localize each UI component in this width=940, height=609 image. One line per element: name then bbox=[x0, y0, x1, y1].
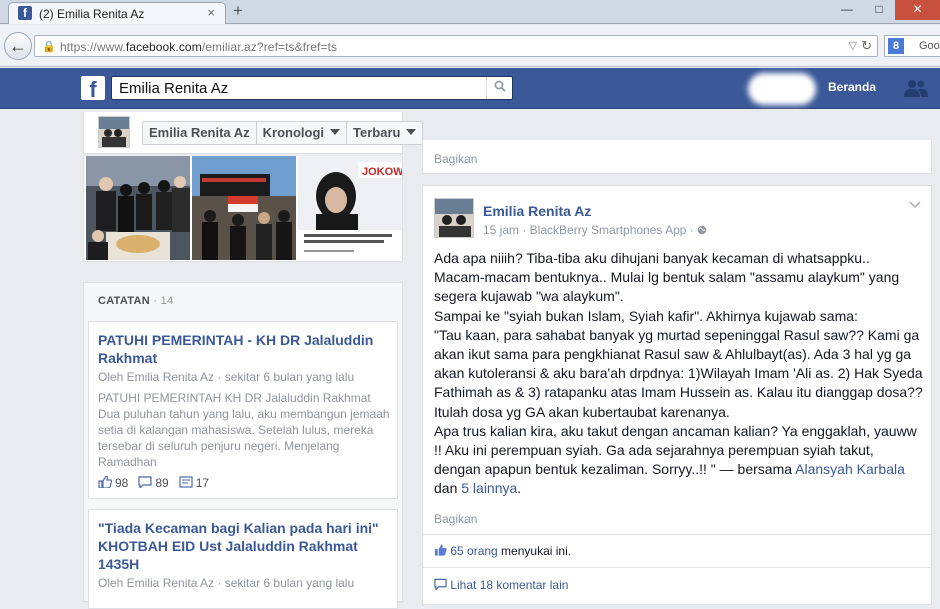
photo-thumbnail[interactable] bbox=[192, 156, 296, 260]
profile-nav-buttons: Emilia Renita Az Kronologi Terbaru bbox=[142, 121, 424, 145]
url-text: https://www.facebook.com/emiliar.az?ref=… bbox=[60, 40, 338, 54]
note-title[interactable]: "Tiada Kecaman bagi Kalian pada hari ini… bbox=[98, 519, 388, 573]
timeline-post: Emilia Renita Az 15 jam · BlackBerry Sma… bbox=[422, 185, 932, 605]
previous-post-footer: Bagikan bbox=[422, 140, 932, 174]
svg-text:JOKOWI: JOKOWI bbox=[362, 166, 402, 178]
facebook-favicon-icon: f bbox=[18, 6, 32, 20]
facebook-top-bar: f Emilia Renita Az Beranda bbox=[0, 68, 940, 109]
tab-title: (2) Emilia Renita Az bbox=[39, 7, 145, 21]
browser-search-box[interactable]: 8 Goo bbox=[884, 35, 940, 57]
maximize-icon[interactable]: □ bbox=[863, 0, 895, 20]
address-bar[interactable]: 🔒 https://www.facebook.com/emiliar.az?re… bbox=[34, 35, 878, 57]
chevron-down-icon bbox=[330, 129, 341, 135]
globe-icon bbox=[697, 223, 707, 237]
note-title[interactable]: PATUHI PEMERINTAH - KH DR Jalaluddin Rak… bbox=[98, 331, 388, 367]
comment-icon bbox=[434, 578, 447, 592]
note-meta: Oleh Emilia Renita Az · sekitar 6 bulan … bbox=[98, 576, 355, 590]
photo-thumbnail[interactable] bbox=[86, 156, 190, 260]
sort-dropdown[interactable]: Terbaru bbox=[347, 122, 422, 144]
lock-icon: 🔒 bbox=[42, 41, 56, 53]
reload-icon[interactable]: ↻ bbox=[861, 38, 872, 54]
search-engine-label: Goo bbox=[919, 40, 940, 52]
window-controls: — □ ✕ bbox=[831, 0, 940, 20]
likes-count-link[interactable]: 65 orang bbox=[450, 544, 497, 558]
photo-thumbnail[interactable]: JOKOWI bbox=[298, 156, 402, 260]
notes-count: · 14 bbox=[153, 295, 174, 307]
view-more-comments[interactable]: Lihat 18 komentar lain bbox=[434, 578, 568, 592]
post-body: Ada apa niiih? Tiba-tiba aku dihujani ba… bbox=[434, 250, 923, 497]
comment-icon bbox=[138, 476, 152, 490]
note-excerpt: PATUHI PEMERINTAH KH DR Jalaluddin Rakhm… bbox=[98, 391, 390, 469]
friend-requests-icon[interactable] bbox=[904, 78, 928, 98]
post-meta: 15 jam · BlackBerry Smartphones App · bbox=[483, 223, 707, 237]
profile-avatar[interactable] bbox=[98, 116, 130, 148]
share-icon bbox=[179, 476, 193, 488]
search-icon[interactable] bbox=[486, 77, 512, 99]
browser-tab-bar: f (2) Emilia Renita Az × + — □ ✕ bbox=[0, 0, 940, 24]
tagged-others-link[interactable]: 5 lainnya bbox=[461, 480, 517, 496]
facebook-logo-icon[interactable]: f bbox=[81, 76, 105, 102]
url-dropdown-icon[interactable]: ▽ bbox=[849, 39, 857, 52]
divider bbox=[423, 567, 931, 568]
share-link[interactable]: Bagikan bbox=[434, 152, 477, 166]
search-engine-icon[interactable]: 8 bbox=[888, 38, 904, 54]
back-button[interactable]: ← bbox=[4, 32, 32, 60]
note-comments[interactable]: 89 bbox=[138, 476, 169, 490]
note-stats: 98 89 17 bbox=[98, 475, 209, 490]
photos-strip: JOKOWI bbox=[83, 156, 403, 262]
browser-nav-bar: ← 🔒 https://www.facebook.com/emiliar.az?… bbox=[0, 25, 940, 67]
post-options-chevron-icon[interactable] bbox=[909, 198, 921, 212]
note-card[interactable]: PATUHI PEMERINTAH - KH DR Jalaluddin Rak… bbox=[88, 321, 398, 499]
post-author-avatar[interactable] bbox=[434, 198, 474, 238]
window-close-icon[interactable]: ✕ bbox=[895, 0, 940, 20]
notes-panel: CATATAN · 14 PATUHI PEMERINTAH - KH DR J… bbox=[83, 282, 403, 609]
timeline-dropdown[interactable]: Kronologi bbox=[257, 122, 348, 144]
notes-heading[interactable]: CATATAN · 14 bbox=[98, 295, 174, 307]
tagged-friend-link[interactable]: Alansyah Karbala bbox=[795, 461, 905, 477]
tab-close-icon[interactable]: × bbox=[207, 5, 215, 20]
search-query: Emilia Renita Az bbox=[119, 80, 229, 97]
facebook-search-input[interactable]: Emilia Renita Az bbox=[111, 76, 513, 100]
post-author-name[interactable]: Emilia Renita Az bbox=[483, 203, 591, 219]
home-link[interactable]: Beranda bbox=[828, 80, 876, 94]
divider bbox=[423, 534, 931, 535]
minimize-icon[interactable]: — bbox=[831, 0, 863, 20]
profile-name-button[interactable]: Emilia Renita Az bbox=[143, 122, 257, 144]
note-likes[interactable]: 98 bbox=[98, 475, 128, 490]
redacted-profile-area bbox=[748, 73, 816, 105]
thumbs-up-icon bbox=[98, 475, 113, 489]
note-shares[interactable]: 17 bbox=[179, 476, 209, 490]
profile-sticky-header: Emilia Renita Az Kronologi Terbaru bbox=[83, 112, 424, 154]
browser-tab[interactable]: f (2) Emilia Renita Az × bbox=[8, 2, 226, 24]
post-likes: 65 orang menyukai ini. bbox=[434, 544, 571, 558]
new-tab-button[interactable]: + bbox=[233, 1, 243, 21]
chevron-down-icon bbox=[406, 129, 417, 135]
note-card[interactable]: "Tiada Kecaman bagi Kalian pada hari ini… bbox=[88, 509, 398, 609]
thumbs-up-icon bbox=[434, 544, 447, 558]
note-meta: Oleh Emilia Renita Az · sekitar 6 bulan … bbox=[98, 370, 355, 384]
share-link[interactable]: Bagikan bbox=[434, 512, 477, 526]
